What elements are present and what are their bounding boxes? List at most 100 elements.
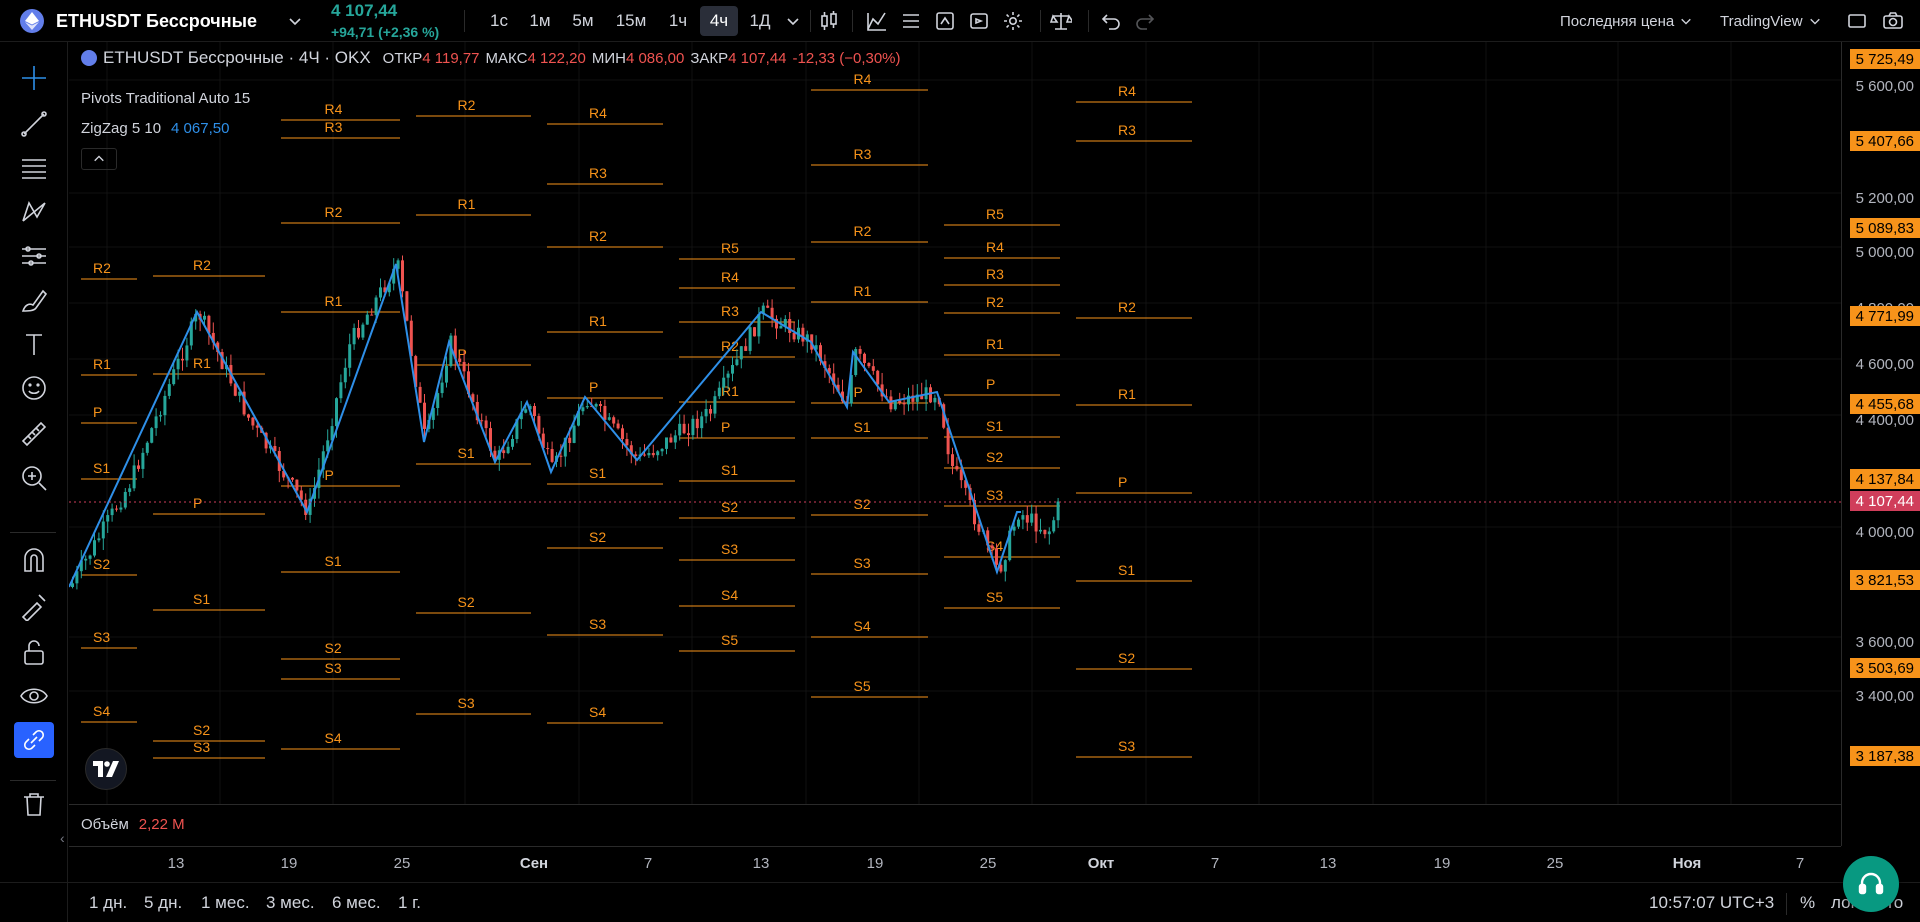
header-change: +94,71 (+2,36 %) bbox=[331, 24, 440, 40]
candle-body bbox=[722, 377, 726, 388]
pivot-label: R4 bbox=[1118, 83, 1136, 99]
indicator-legend-pivots[interactable]: Pivots Traditional Auto 15 bbox=[81, 90, 250, 107]
candle-body bbox=[1052, 520, 1056, 532]
fullscreen-icon[interactable] bbox=[1842, 6, 1872, 36]
candle-body bbox=[669, 437, 673, 443]
price-axis[interactable]: 5 600,00 5 200,00 5 000,00 4 800,00 4 60… bbox=[1841, 42, 1920, 846]
emoji-icon[interactable] bbox=[14, 370, 54, 406]
lock-drawing-icon[interactable] bbox=[14, 588, 54, 624]
magnet-icon[interactable] bbox=[14, 542, 54, 578]
support-chat-button[interactable] bbox=[1843, 856, 1899, 912]
candle-body bbox=[462, 361, 466, 372]
chart-type-candles-icon[interactable] bbox=[814, 6, 844, 36]
pivot-label: S1 bbox=[458, 445, 475, 461]
candle-body bbox=[656, 451, 660, 456]
pivot-label: R4 bbox=[721, 269, 739, 285]
trend-line-icon[interactable] bbox=[14, 106, 54, 142]
collapse-toolbar-chevron-icon[interactable]: ‹ bbox=[60, 830, 65, 846]
zoom-in-icon[interactable] bbox=[14, 460, 54, 496]
volume-value: 2,22 M bbox=[138, 816, 185, 833]
indicator-legend-zigzag[interactable]: ZigZag 5 10 4 067,50 bbox=[81, 120, 229, 137]
alert-icon[interactable] bbox=[930, 6, 960, 36]
legend-high-value: 4 122,20 bbox=[527, 49, 586, 67]
last-price-label: 4 107,44 bbox=[1849, 491, 1920, 511]
interval-1d[interactable]: 1Д bbox=[744, 6, 776, 36]
settings-gear-icon[interactable] bbox=[998, 6, 1028, 36]
interval-4h[interactable]: 4ч bbox=[700, 6, 738, 36]
legend-open-value: 4 119,77 bbox=[422, 49, 480, 67]
interval-1h[interactable]: 1ч bbox=[660, 6, 696, 36]
interval-1m[interactable]: 1м bbox=[522, 6, 558, 36]
text-icon[interactable] bbox=[14, 326, 54, 362]
fib-icon[interactable] bbox=[14, 150, 54, 186]
price-type-dropdown[interactable]: Последняя цена bbox=[1560, 6, 1692, 36]
pivot-label: S4 bbox=[325, 730, 342, 746]
undo-icon[interactable] bbox=[1096, 6, 1126, 36]
candle-body bbox=[533, 405, 536, 417]
replay-icon[interactable] bbox=[964, 6, 994, 36]
time-label: 13 bbox=[1319, 855, 1337, 872]
collapse-legend-button[interactable] bbox=[81, 148, 117, 170]
symbol-search-button[interactable]: ETHUSDT Бессрочные bbox=[56, 6, 257, 36]
pivot-label: S3 bbox=[854, 555, 871, 571]
candle-body bbox=[1021, 515, 1025, 520]
trading-panel-scales-icon[interactable] bbox=[1046, 6, 1076, 36]
candle-body bbox=[172, 369, 176, 385]
indicator-zigzag-label: ZigZag 5 10 bbox=[81, 120, 162, 137]
link-icon[interactable] bbox=[14, 722, 54, 758]
interval-5m[interactable]: 5м bbox=[564, 6, 602, 36]
interval-dropdown-chevron-icon[interactable] bbox=[782, 6, 804, 36]
lock-icon[interactable] bbox=[14, 634, 54, 670]
candle-body bbox=[480, 420, 484, 422]
candle-body bbox=[977, 524, 981, 532]
percent-scale-button[interactable]: % bbox=[1800, 893, 1815, 913]
range-1d-button[interactable]: 1 дн. bbox=[89, 893, 127, 913]
pivot-label: R1 bbox=[1118, 386, 1136, 402]
candle-body bbox=[357, 327, 360, 338]
crosshair-icon[interactable] bbox=[14, 60, 54, 96]
range-1m-button[interactable]: 1 мес. bbox=[201, 893, 250, 913]
candle-body bbox=[1017, 519, 1020, 527]
candle-body bbox=[735, 359, 739, 366]
trash-icon[interactable] bbox=[14, 786, 54, 822]
pivot-label: S2 bbox=[458, 594, 475, 610]
range-3m-button[interactable]: 3 мес. bbox=[266, 893, 315, 913]
redo-icon[interactable] bbox=[1130, 6, 1160, 36]
ruler-icon[interactable] bbox=[14, 416, 54, 452]
tradingview-logo[interactable] bbox=[85, 748, 127, 790]
interval-1s[interactable]: 1с bbox=[482, 6, 516, 36]
eye-icon[interactable] bbox=[14, 678, 54, 714]
chart-area[interactable]: R2 R1 P S1 S2 S3 S4 R2 R1 P S1 S2 S3 R4 R3 R2 R1 P S1 S2 S3 S… bbox=[69, 42, 1841, 846]
brush-icon[interactable] bbox=[14, 282, 54, 318]
volume-pane-divider[interactable] bbox=[69, 804, 1841, 805]
interval-15m[interactable]: 15м bbox=[608, 6, 654, 36]
range-5d-button[interactable]: 5 дн. bbox=[144, 893, 182, 913]
symbol-dropdown-chevron-icon[interactable] bbox=[284, 6, 306, 36]
candle-body bbox=[123, 491, 127, 508]
screenshot-camera-icon[interactable] bbox=[1878, 6, 1908, 36]
pivot-label: S1 bbox=[193, 591, 210, 607]
price-tick: 5 200,00 bbox=[1855, 189, 1914, 207]
candle-body bbox=[405, 291, 409, 321]
pivot-label: R2 bbox=[854, 223, 872, 239]
templates-icon[interactable] bbox=[896, 6, 926, 36]
separator bbox=[852, 10, 853, 32]
pivot-label: R1 bbox=[986, 336, 1004, 352]
timezone-clock[interactable]: 10:57:07 UTC+3 bbox=[1649, 893, 1774, 913]
legend-title[interactable]: ETHUSDT Бессрочные · 4Ч · OKX bbox=[103, 48, 371, 68]
pattern-icon[interactable] bbox=[14, 194, 54, 230]
drawing-toolbar: ‹ bbox=[0, 42, 68, 922]
bottom-toolbar: 1 дн. 5 дн. 1 мес. 3 мес. 6 мес. 1 г. 10… bbox=[0, 882, 1920, 922]
time-label: Сен bbox=[519, 855, 549, 872]
candle-body bbox=[370, 314, 374, 316]
pivot-label: P bbox=[325, 467, 334, 483]
pivot-price-label: 5 089,83 bbox=[1849, 218, 1920, 238]
prediction-icon[interactable] bbox=[14, 238, 54, 274]
brand-dropdown[interactable]: TradingView bbox=[1720, 6, 1821, 36]
range-1y-button[interactable]: 1 г. bbox=[398, 893, 421, 913]
separator bbox=[810, 10, 811, 32]
range-6m-button[interactable]: 6 мес. bbox=[332, 893, 381, 913]
indicators-icon[interactable] bbox=[862, 6, 892, 36]
volume-legend[interactable]: Объём 2,22 M bbox=[81, 816, 185, 833]
time-axis[interactable]: 13 19 25 Сен 7 13 19 25 Окт 7 13 19 25 Н… bbox=[69, 846, 1841, 882]
